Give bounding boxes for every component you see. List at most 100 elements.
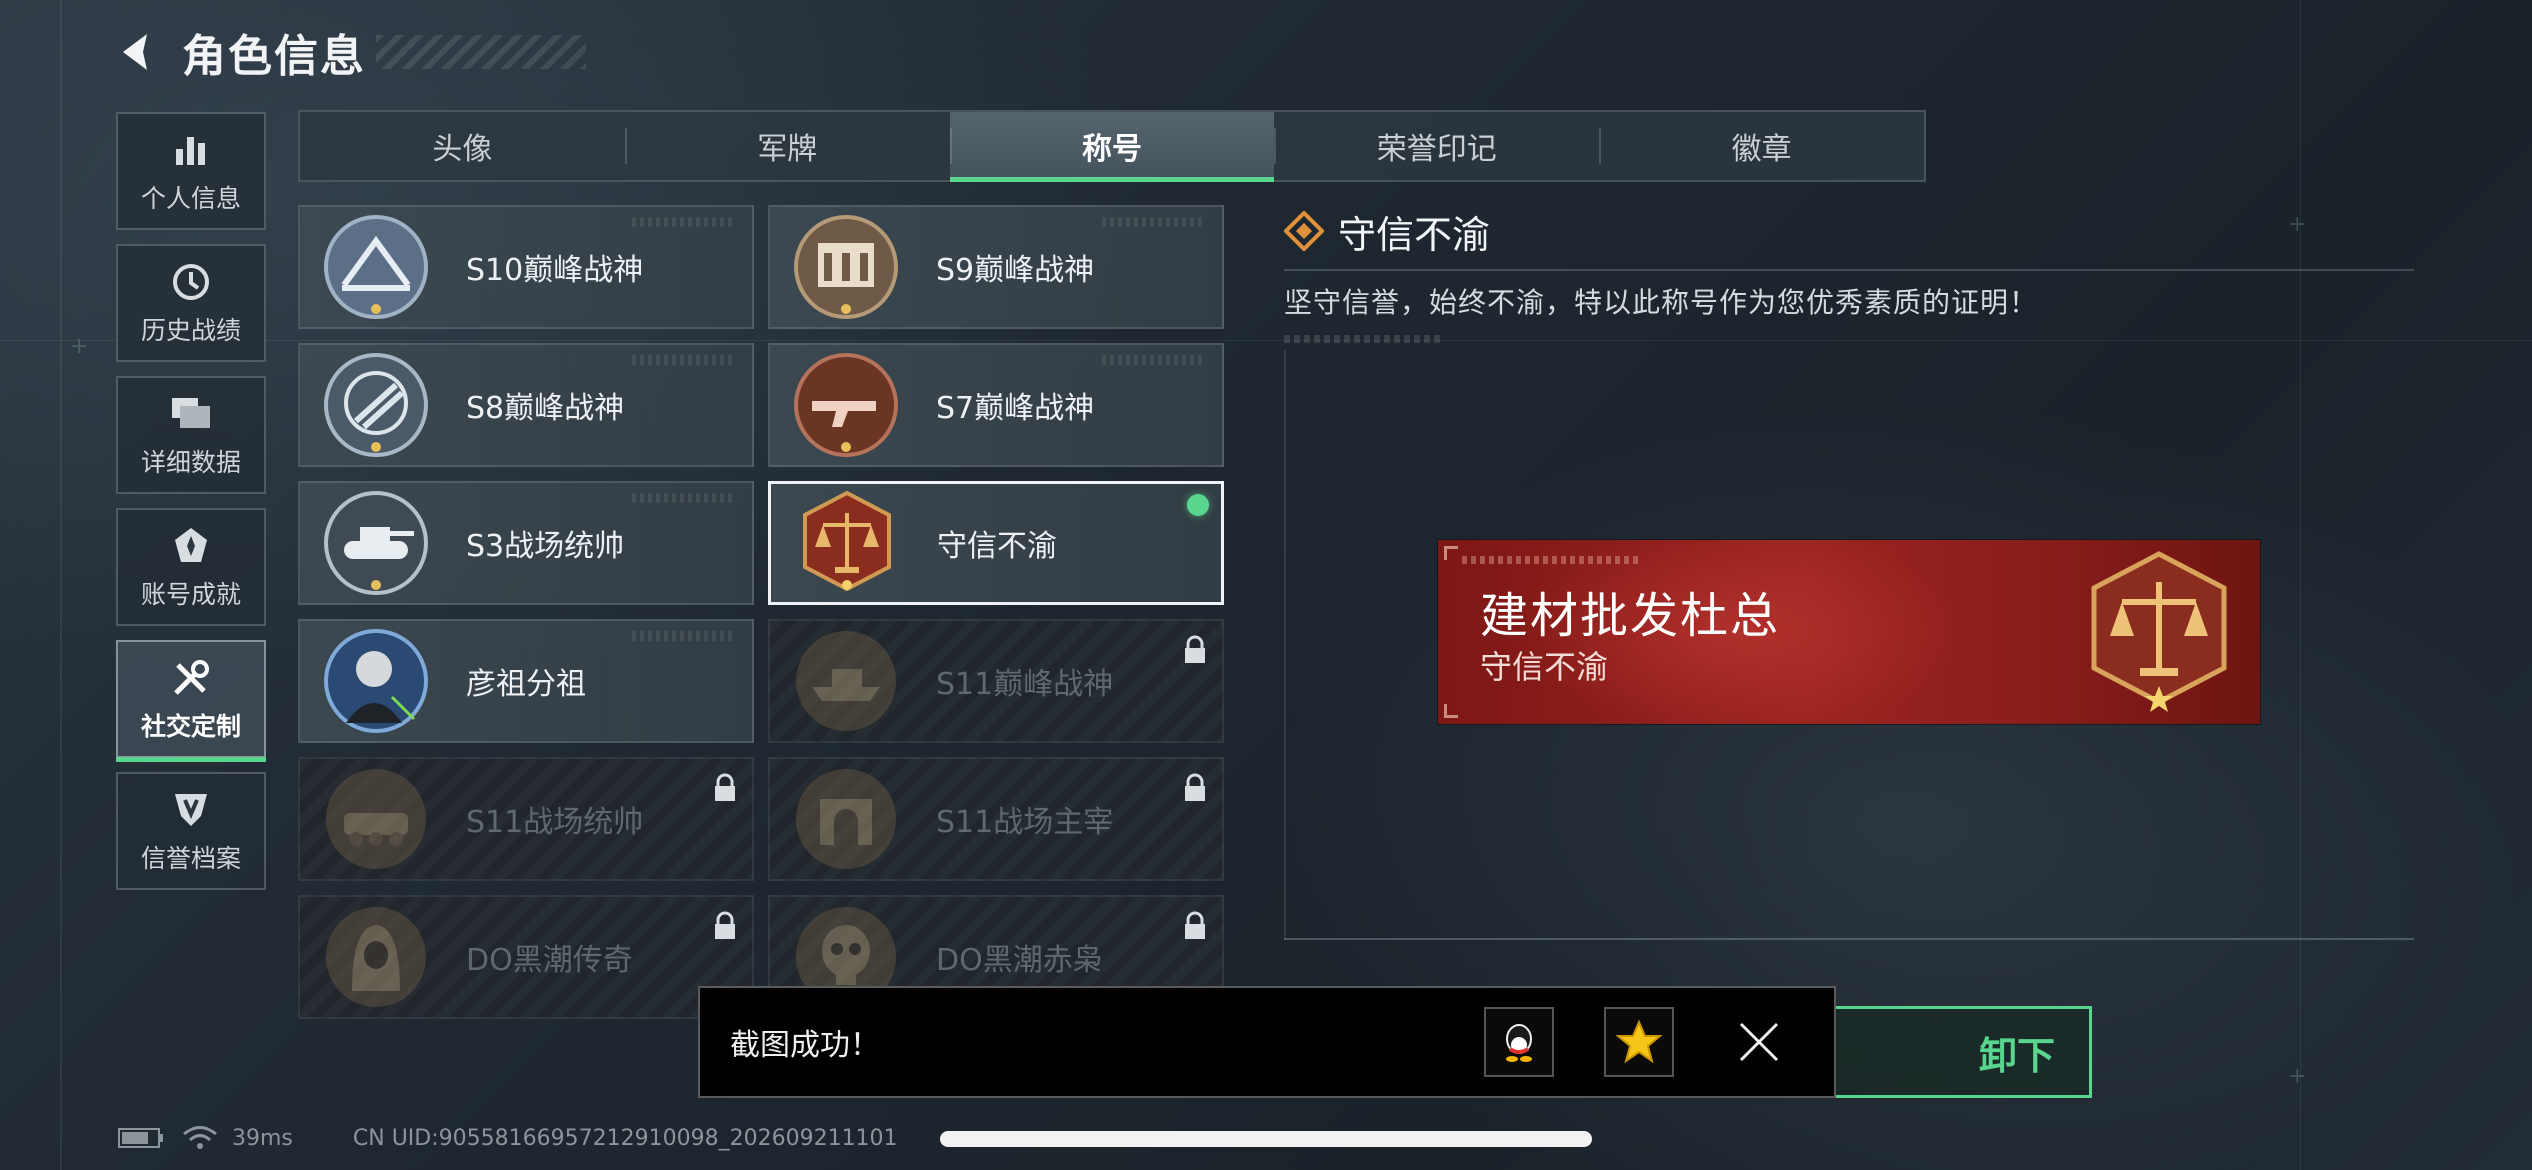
back-arrow-icon[interactable]: [110, 25, 164, 79]
qq-penguin-icon: [1506, 1024, 1532, 1062]
detail-description: 坚守信誉，始终不渝，特以此称号作为您优秀素质的证明！: [1284, 286, 2039, 319]
grid-line: [60, 0, 62, 1170]
slash-emblem-icon: [322, 351, 430, 459]
title-card[interactable]: S7巅峰战神: [768, 343, 1224, 467]
diamond-icon: [1284, 211, 1324, 251]
title-name: S7巅峰战神: [936, 391, 1095, 426]
tab-badge[interactable]: 徽章: [1599, 112, 1924, 180]
wifi-icon: [183, 1126, 217, 1149]
clock-icon: [171, 259, 211, 305]
detail-header: 守信不渝: [1284, 205, 2414, 257]
scales-emblem-icon: [2074, 546, 2244, 716]
star-icon: [1616, 1019, 1662, 1064]
tab-bar: 头像 军牌 称号 荣誉印记 徽章: [298, 110, 1926, 182]
sidebar: 个人信息 历史战绩 详细数据 账号成就 社交定制 信誉档案: [116, 112, 266, 904]
home-indicator[interactable]: [940, 1131, 1592, 1147]
divider: [1284, 938, 2414, 940]
title-card[interactable]: S3战场统帅: [298, 481, 754, 605]
sidebar-item-reputation[interactable]: 信誉档案: [116, 772, 266, 890]
close-icon[interactable]: [1724, 1007, 1794, 1077]
scales-emblem-icon: [793, 489, 901, 597]
battery-icon: [118, 1128, 163, 1148]
banner-title: 守信不渝: [1480, 648, 1609, 686]
title-card[interactable]: S11战场统帅: [298, 757, 754, 881]
banner-decor: [1462, 556, 1642, 564]
banner-corner: [1444, 704, 1458, 718]
tab-honor-mark[interactable]: 荣誉印记: [1274, 112, 1599, 180]
qzone-share-button[interactable]: [1604, 1007, 1674, 1077]
title-name: S11战场主宰: [936, 805, 1114, 840]
tools-icon: [170, 655, 212, 701]
sidebar-item-label: 个人信息: [140, 184, 241, 213]
bar-chart-icon: [172, 127, 210, 173]
title-card[interactable]: S10巅峰战神: [298, 205, 754, 329]
card-decor: [632, 217, 732, 227]
sidebar-item-achievements[interactable]: 账号成就: [116, 508, 266, 626]
title-decor: [376, 35, 586, 69]
card-decor: [1102, 217, 1202, 227]
title-name: DO黑潮赤枭: [936, 943, 1103, 978]
page-title: 角色信息: [182, 31, 366, 82]
sidebar-item-label: 社交定制: [140, 712, 241, 741]
plus-marker: +: [2288, 1064, 2307, 1089]
card-decor: [632, 355, 732, 365]
lock-icon: [1182, 773, 1208, 803]
qq-share-button[interactable]: [1484, 1007, 1554, 1077]
status-bar: 39ms CN UID:90558166957212910098_2026092…: [118, 1120, 898, 1156]
bridge-emblem-icon: [322, 213, 430, 321]
lock-icon: [1182, 635, 1208, 665]
title-grid: S10巅峰战神 S9巅峰战神 S8巅峰战神 S7巅峰战神 S3战场统帅 守信不渝…: [298, 205, 1224, 1019]
ship-emblem-icon: [792, 627, 900, 735]
sidebar-item-social[interactable]: 社交定制: [116, 640, 266, 762]
banner-corner: [1444, 546, 1458, 560]
title-card[interactable]: S11巅峰战神: [768, 619, 1224, 743]
title-name: S9巅峰战神: [936, 253, 1095, 288]
sidebar-item-details[interactable]: 详细数据: [116, 376, 266, 494]
card-decor: [1102, 355, 1202, 365]
title-card[interactable]: S8巅峰战神: [298, 343, 754, 467]
toast-message: 截图成功！: [730, 1028, 880, 1063]
folders-icon: [170, 391, 212, 437]
title-detail-panel: 守信不渝 坚守信誉，始终不渝，特以此称号作为您优秀素质的证明！: [1284, 205, 2414, 343]
title-card[interactable]: S11战场主宰: [768, 757, 1224, 881]
tab-avatar[interactable]: 头像: [300, 112, 625, 180]
sidebar-item-personal-info[interactable]: 个人信息: [116, 112, 266, 230]
tab-title[interactable]: 称号: [949, 112, 1275, 182]
equipped-indicator: [1187, 494, 1209, 516]
title-name: S10巅峰战神: [466, 253, 644, 288]
title-name: S11战场统帅: [466, 805, 644, 840]
title-name: DO黑潮传奇: [466, 943, 633, 978]
medal-icon: [171, 523, 211, 569]
lock-icon: [712, 911, 738, 941]
tank-emblem-icon: [322, 489, 430, 597]
gun-emblem-icon: [792, 351, 900, 459]
arch-emblem-icon: [792, 765, 900, 873]
building-emblem-icon: [792, 213, 900, 321]
detail-title: 守信不渝: [1338, 212, 1491, 257]
title-name: S11巅峰战神: [936, 667, 1114, 702]
ping-value: 39ms: [232, 1125, 293, 1151]
portrait-emblem-icon: [322, 627, 430, 735]
card-decor: [632, 493, 732, 503]
hooded-emblem-icon: [322, 903, 430, 1011]
screenshot-toast: 截图成功！: [698, 986, 1836, 1098]
sidebar-item-history[interactable]: 历史战绩: [116, 244, 266, 362]
title-card[interactable]: S9巅峰战神: [768, 205, 1224, 329]
detail-decor: [1284, 335, 1444, 343]
title-name: 守信不渝: [937, 529, 1057, 564]
tab-dogtag[interactable]: 军牌: [624, 112, 950, 180]
title-name: S8巅峰战神: [466, 391, 625, 426]
player-name: 建材批发杜总: [1480, 588, 1781, 644]
shield-icon: [171, 787, 211, 833]
vehicle-emblem-icon: [322, 765, 430, 873]
plus-marker: +: [70, 334, 89, 359]
unequip-button-label: 卸下: [1978, 1033, 2055, 1078]
title-card[interactable]: DO黑潮传奇: [298, 895, 754, 1019]
sidebar-item-label: 详细数据: [140, 448, 241, 477]
title-name: 彦祖分祖: [466, 667, 586, 702]
title-card[interactable]: 彦祖分祖: [298, 619, 754, 743]
title-card[interactable]: 守信不渝: [768, 481, 1224, 605]
uid-text: CN UID:90558166957212910098_202609211101: [352, 1125, 898, 1151]
sidebar-item-label: 账号成就: [140, 580, 241, 609]
title-banner-preview: 建材批发杜总 守信不渝: [1438, 540, 2260, 724]
